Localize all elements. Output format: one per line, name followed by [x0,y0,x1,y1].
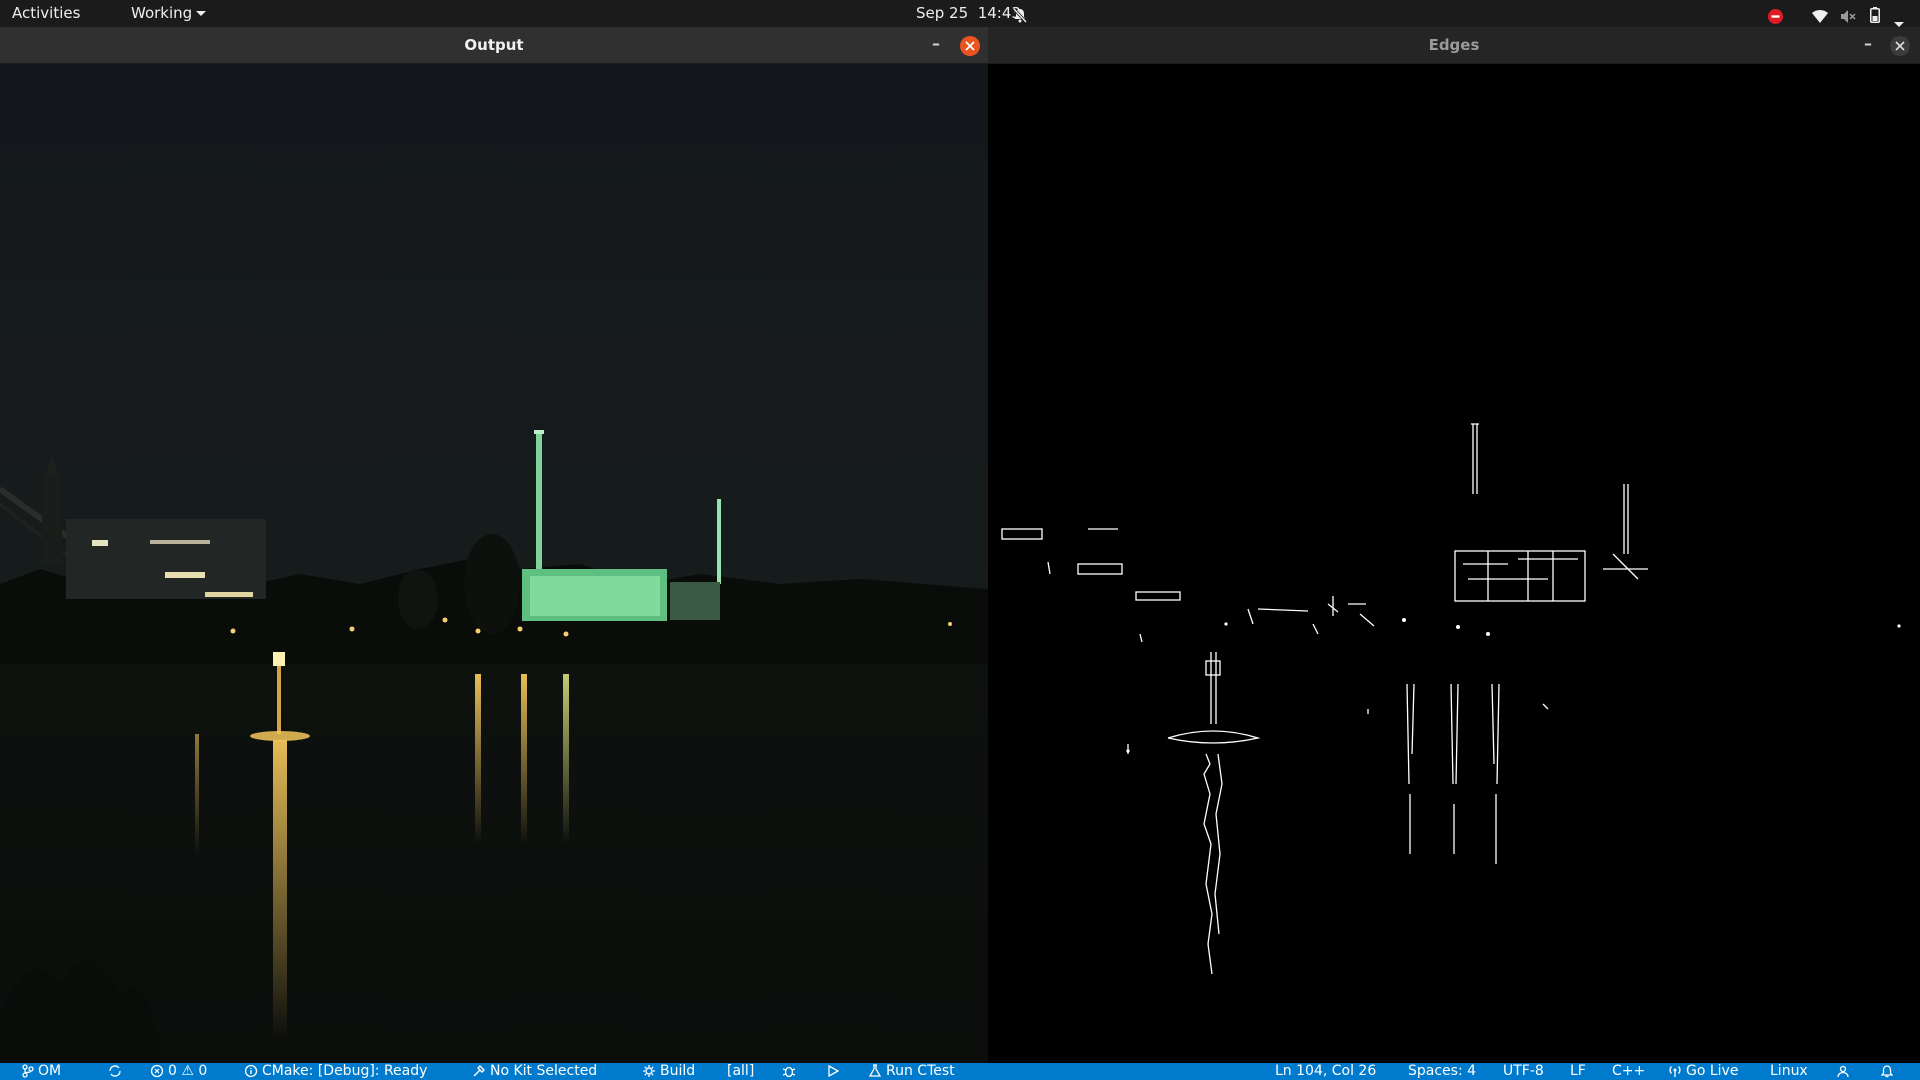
cursor-position[interactable]: Ln 104, Col 26 [1275,1063,1376,1080]
indentation[interactable]: Spaces: 4 [1408,1063,1476,1080]
output-titlebar[interactable]: Output – [0,27,988,64]
close-button[interactable] [960,36,980,56]
chevron-down-icon [196,11,207,16]
debug-icon[interactable] [782,1063,800,1080]
ctest-label: Run CTest [886,1063,955,1079]
tools-icon [473,1065,485,1077]
wifi-icon[interactable] [1812,6,1828,23]
go-live-label: Go Live [1686,1063,1739,1079]
account-icon[interactable] [1836,1063,1854,1080]
clock-date: Sep 25 [916,4,969,22]
encoding[interactable]: UTF-8 [1503,1063,1544,1080]
clock[interactable]: Sep 25 14:43 [916,0,1021,27]
minimize-button[interactable]: – [924,27,948,63]
build-button[interactable]: Build [642,1063,695,1080]
edges-window[interactable]: Edges – [988,27,1920,1063]
close-button[interactable] [1890,36,1910,56]
broadcast-icon [1669,1066,1681,1077]
cmake-status[interactable]: CMake: [Debug]: Ready [244,1063,427,1080]
run-ctest-button[interactable]: Run CTest [868,1063,955,1080]
notifications-bell-icon[interactable] [1880,1063,1898,1080]
minimize-button[interactable]: – [1856,27,1880,63]
branch-item[interactable]: OM [22,1063,61,1080]
battery-icon[interactable] [1870,5,1880,23]
branch-label: OM [38,1063,62,1079]
build-target[interactable]: [all] [727,1063,754,1080]
edges-titlebar[interactable]: Edges – [988,27,1920,64]
top-bar: Activities Working Sep 25 14:43 [0,0,1920,27]
output-window[interactable]: Output – [0,27,988,1063]
status-bar: OM 0 ⚠ 0 CMake: [Debug]: Ready No Kit Se… [0,1063,1920,1080]
night-river-photo [0,64,988,1063]
workspace-menu-label: Working [131,4,193,22]
git-branch-icon [22,1064,34,1078]
output-window-title: Output [464,36,524,54]
build-label: Build [660,1063,696,1079]
bell-off-icon [1012,5,1028,24]
kit-selector[interactable]: No Kit Selected [472,1063,597,1080]
activities-button[interactable]: Activities [12,0,80,27]
kit-label: No Kit Selected [490,1063,598,1079]
system-menu-chevron-down-icon[interactable] [1894,11,1904,27]
close-icon [1895,41,1905,51]
problems-item[interactable]: 0 ⚠ 0 [150,1063,207,1080]
error-icon [150,1064,164,1078]
platform[interactable]: Linux [1770,1063,1808,1080]
edges-window-title: Edges [1428,36,1480,54]
run-icon[interactable] [826,1063,844,1080]
problems-label: 0 ⚠ 0 [168,1063,208,1079]
edge-detection-output [988,64,1920,1063]
beaker-icon [868,1064,882,1077]
language-mode[interactable]: C++ [1612,1063,1645,1080]
output-image [0,64,988,1063]
info-icon [244,1064,258,1078]
edges-image [988,64,1920,1063]
gear-icon [643,1065,655,1077]
sync-icon[interactable] [108,1063,126,1080]
end-of-line[interactable]: LF [1570,1063,1586,1080]
do-not-disturb-icon[interactable] [1768,6,1783,24]
close-icon [965,41,975,51]
go-live-button[interactable]: Go Live [1668,1063,1738,1080]
volume-muted-icon[interactable] [1840,6,1856,23]
cmake-label: CMake: [Debug]: Ready [262,1063,428,1079]
workspace-menu[interactable]: Working [131,0,207,27]
